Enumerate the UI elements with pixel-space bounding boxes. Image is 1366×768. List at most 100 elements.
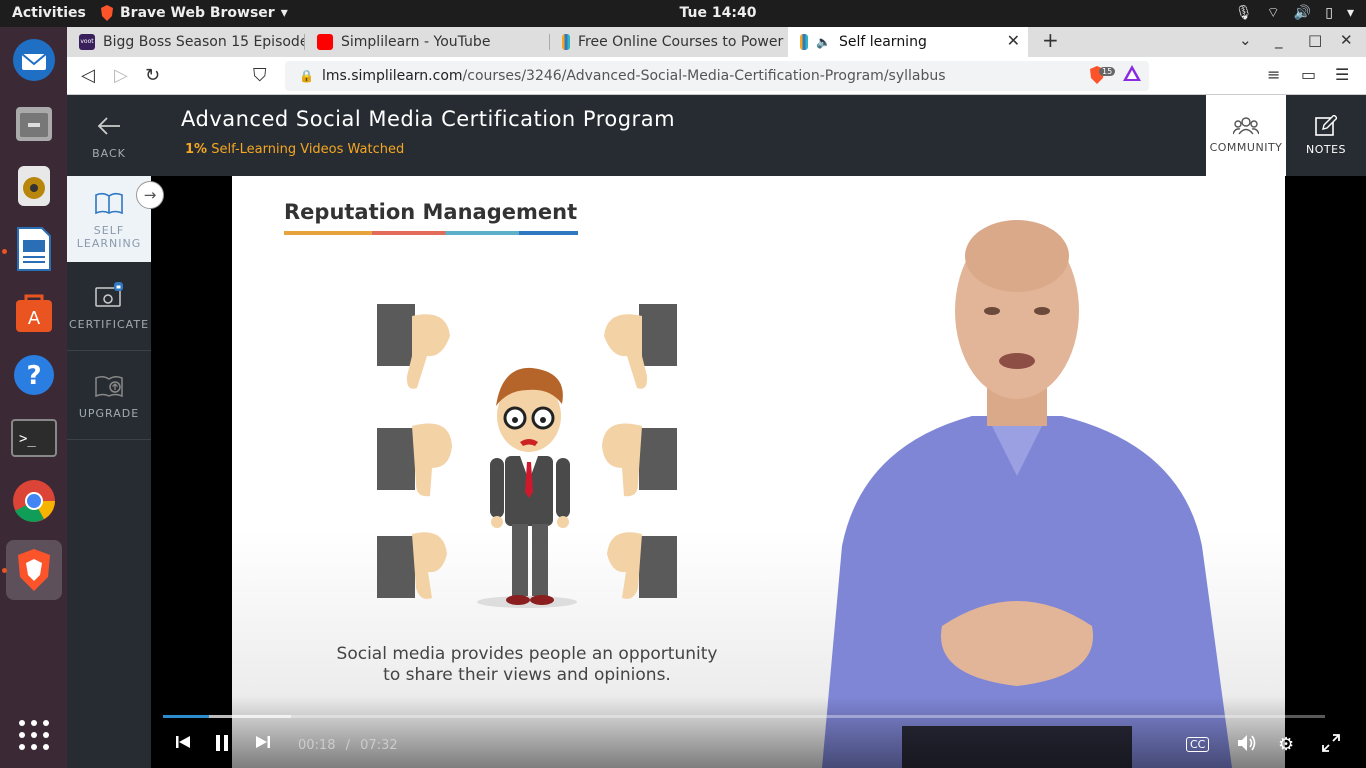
dock-chrome[interactable] xyxy=(6,473,62,529)
forward-icon[interactable]: ▷ xyxy=(114,65,128,86)
course-title: Advanced Social Media Certification Prog… xyxy=(181,107,676,131)
upgrade-label: UPGRADE xyxy=(78,406,140,420)
menu-icon[interactable]: ☰ xyxy=(1335,65,1349,84)
brave-lion-icon xyxy=(18,549,50,591)
bookmark-icon[interactable]: ⛉ xyxy=(253,65,267,86)
shield-count-badge: 15 xyxy=(1099,66,1116,76)
speaker-icon: 🔈 xyxy=(816,35,831,49)
dock: A ? >_ xyxy=(0,27,67,768)
page-content: BACK SELF LEARNING CERTIFICATE UPGRADE →… xyxy=(67,95,1366,768)
battery-icon: ▯ xyxy=(1325,5,1333,21)
caption-line-1: Social media provides people an opportun… xyxy=(336,644,718,664)
tab-self-learning[interactable]: 🔈 Self learning ✕ xyxy=(788,27,1028,57)
seek-bar[interactable] xyxy=(163,715,1325,718)
dock-files[interactable] xyxy=(6,95,62,151)
dock-help[interactable]: ? xyxy=(6,347,62,403)
pause-icon[interactable] xyxy=(214,734,230,757)
youtube-icon xyxy=(317,34,333,50)
tab-free-online-courses[interactable]: Free Online Courses to Power xyxy=(550,27,788,57)
rewards-triangle-icon xyxy=(1123,65,1141,81)
brave-rewards-button[interactable] xyxy=(1123,65,1141,85)
volume-icon[interactable] xyxy=(1237,734,1257,757)
upgrade-book-icon xyxy=(95,375,123,397)
brave-icon xyxy=(101,5,113,21)
voot-icon: voot xyxy=(79,34,95,50)
simplilearn-icon xyxy=(562,34,570,50)
expand-sidebar-button[interactable]: → xyxy=(136,181,164,209)
skip-previous-icon[interactable] xyxy=(175,734,191,755)
system-tray[interactable]: 🎙 ⌔ 🔊 ▯ ▾ xyxy=(1235,4,1354,22)
dock-thunderbird[interactable] xyxy=(6,32,62,88)
dock-brave[interactable] xyxy=(6,540,62,600)
tab-title: Simplilearn - YouTube xyxy=(341,34,491,50)
chevron-down-icon: ▾ xyxy=(1346,5,1354,21)
captions-button[interactable]: CC xyxy=(1186,737,1210,752)
tab-search-chevron-icon[interactable]: ⌄ xyxy=(1239,31,1252,49)
tab-simplilearn-youtube[interactable]: Simplilearn - YouTube xyxy=(305,27,550,57)
video-frame: Reputation Management Social media provi… xyxy=(232,176,1285,768)
course-header: Advanced Social Media Certification Prog… xyxy=(151,95,1366,176)
back-nav-item[interactable]: BACK xyxy=(67,95,151,176)
current-time: 00:18 xyxy=(298,738,336,753)
slide-caption: Social media provides people an opportun… xyxy=(292,644,762,686)
time-display: 00:18 / 07:32 xyxy=(298,738,398,753)
course-progress: 1% Self-Learning Videos Watched xyxy=(185,142,404,157)
minimize-button[interactable]: _ xyxy=(1275,31,1283,49)
files-icon xyxy=(16,107,52,141)
document-icon xyxy=(17,227,51,271)
svg-text:A: A xyxy=(28,308,41,329)
self-learning-label-1: SELF xyxy=(93,224,125,237)
close-window-button[interactable]: ✕ xyxy=(1340,31,1353,49)
new-tab-button[interactable]: + xyxy=(1042,28,1059,52)
url-field[interactable]: 🔒 lms.simplilearn.com/courses/3246/Advan… xyxy=(285,61,1149,91)
presenter-image xyxy=(822,220,1232,768)
speaker-icon xyxy=(18,166,50,206)
back-label: BACK xyxy=(92,147,126,160)
arrow-left-icon xyxy=(97,117,120,135)
sidebar-item-certificate[interactable]: CERTIFICATE xyxy=(67,262,151,350)
system-top-bar: Activities Brave Web Browser ▾ Tue 14:40… xyxy=(0,0,1366,27)
settings-gear-icon[interactable]: ⚙ xyxy=(1278,734,1294,755)
tab-title: Self learning xyxy=(838,34,927,50)
arrow-right-icon: → xyxy=(143,186,157,204)
tab-title: Bigg Boss Season 15 Episode xyxy=(103,34,305,50)
terminal-icon: >_ xyxy=(11,419,57,457)
dock-show-apps[interactable] xyxy=(6,707,62,763)
dock-software[interactable]: A xyxy=(6,284,62,340)
time-separator: / xyxy=(345,738,350,753)
help-icon: ? xyxy=(14,355,54,395)
wallet-icon[interactable]: ▭ xyxy=(1301,65,1316,84)
back-icon[interactable]: ◁ xyxy=(81,65,95,86)
maximize-button[interactable]: □ xyxy=(1308,31,1322,49)
chevron-down-icon: ▾ xyxy=(280,5,288,21)
running-indicator xyxy=(2,568,7,573)
close-tab-icon[interactable]: ✕ xyxy=(1007,31,1020,50)
notes-button[interactable]: NOTES xyxy=(1286,95,1366,176)
slide-heading: Reputation Management xyxy=(284,200,578,224)
dock-terminal[interactable]: >_ xyxy=(6,410,62,466)
certificate-lock-icon xyxy=(95,281,123,307)
address-bar: ◁ ▷ ↻ ⛉ 🔒 lms.simplilearn.com/courses/32… xyxy=(67,57,1366,95)
sidebar-item-upgrade[interactable]: UPGRADE xyxy=(67,351,151,439)
notes-label: NOTES xyxy=(1305,143,1347,156)
tab-bigg-boss[interactable]: voot Bigg Boss Season 15 Episode xyxy=(67,27,305,57)
reload-icon[interactable]: ↻ xyxy=(145,65,160,86)
video-player[interactable]: Reputation Management Social media provi… xyxy=(151,176,1366,768)
url-host: lms.simplilearn.com xyxy=(321,68,463,84)
activities-button[interactable]: Activities xyxy=(12,5,86,21)
playlist-icon[interactable]: ≡ xyxy=(1267,65,1280,84)
svg-text:?: ? xyxy=(26,361,41,391)
microphone-icon: 🎙 xyxy=(1234,5,1253,21)
progress-percent: 1% xyxy=(185,142,208,157)
volume-icon: 🔊 xyxy=(1293,5,1312,21)
brave-shields-button[interactable]: 15 xyxy=(1089,66,1116,84)
app-menu[interactable]: Brave Web Browser ▾ xyxy=(100,5,288,21)
dock-rhythmbox[interactable] xyxy=(6,158,62,214)
community-button[interactable]: COMMUNITY xyxy=(1206,95,1286,176)
dock-writer[interactable] xyxy=(6,221,62,277)
fullscreen-icon[interactable] xyxy=(1322,734,1340,757)
skip-next-icon[interactable] xyxy=(255,734,271,755)
seek-played xyxy=(163,715,210,718)
duration: 07:32 xyxy=(360,738,398,753)
heading-underline xyxy=(284,231,578,235)
